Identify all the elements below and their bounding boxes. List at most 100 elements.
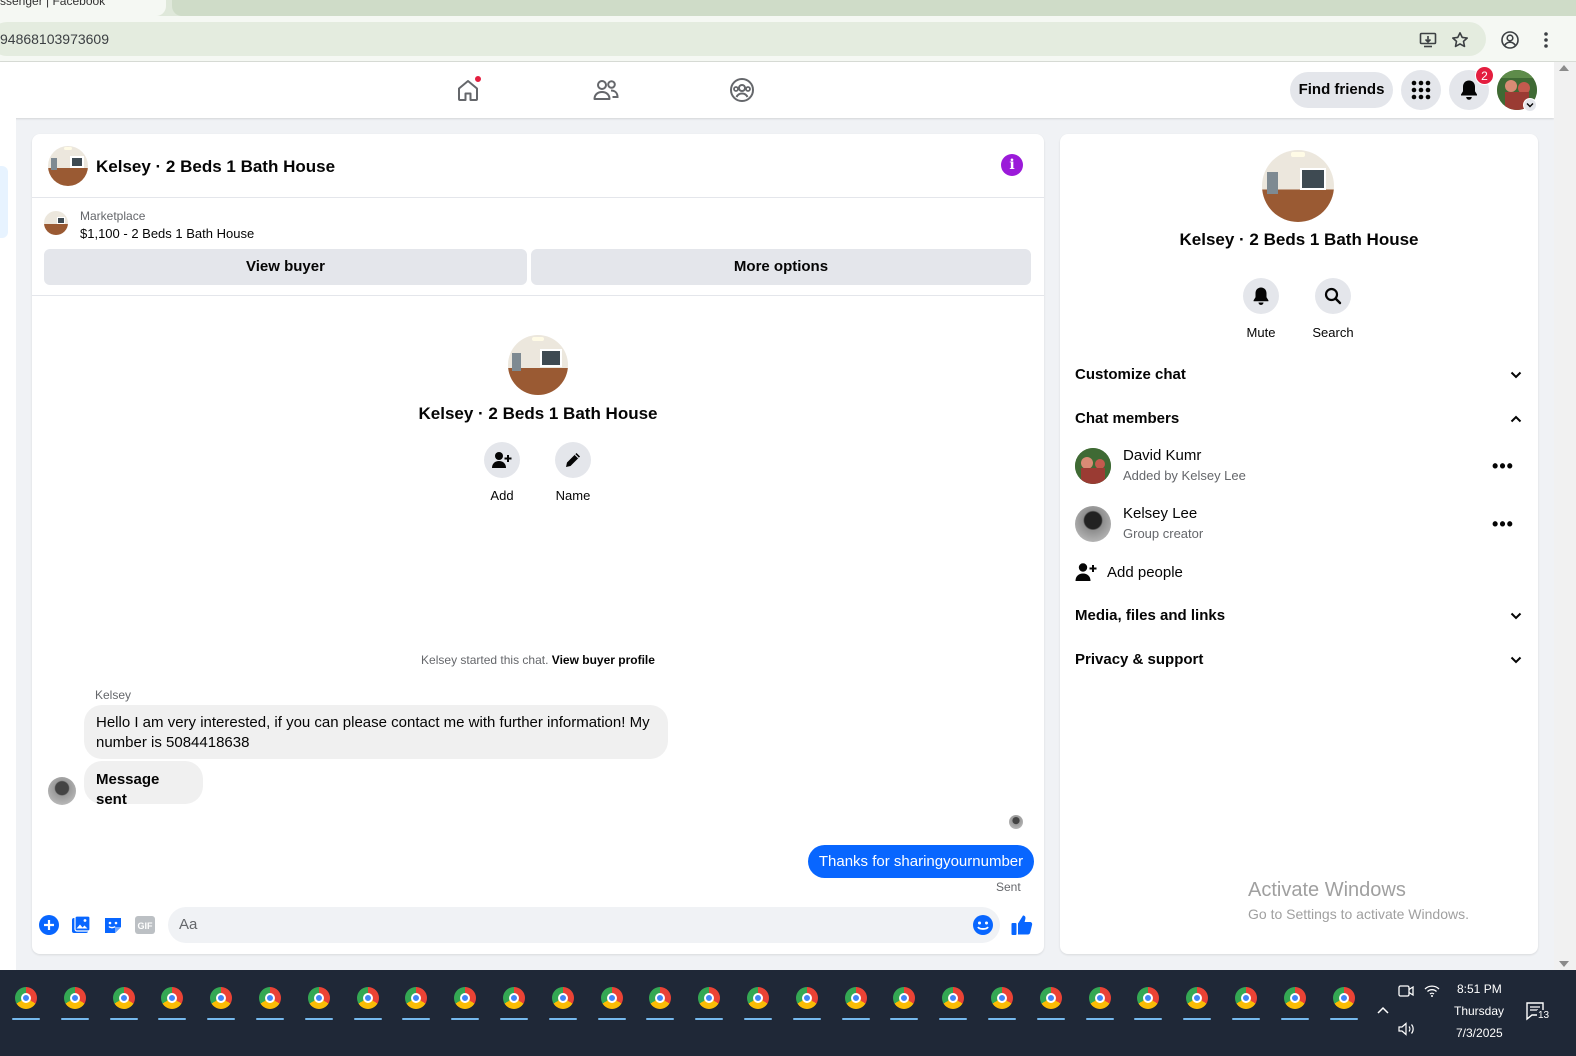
- taskbar-chrome-icon[interactable]: [838, 980, 874, 1020]
- add-person-icon[interactable]: [484, 442, 520, 478]
- account-chevron-down-icon[interactable]: [1523, 98, 1537, 112]
- info-avatar[interactable]: [1262, 150, 1334, 222]
- browser-tabstrip: ssenger | Facebook: [0, 0, 1576, 16]
- menu-grid-icon[interactable]: [1401, 70, 1441, 110]
- taskbar-chrome-icon[interactable]: [545, 980, 581, 1020]
- taskbar-chrome-icon[interactable]: [594, 980, 630, 1020]
- plus-circle-icon[interactable]: [38, 914, 60, 936]
- chrome-logo-icon: [844, 987, 867, 1009]
- listing-title[interactable]: $1,100 - 2 Beds 1 Bath House: [80, 226, 254, 241]
- conversation-avatar[interactable]: [508, 335, 568, 395]
- mute-action[interactable]: Mute: [1231, 278, 1291, 340]
- listing-thumbnail[interactable]: [44, 211, 68, 235]
- message-input[interactable]: Aa: [168, 907, 1000, 943]
- incoming-message[interactable]: Hello I am very interested, if you can p…: [84, 705, 668, 759]
- browser-tab-active[interactable]: ssenger | Facebook: [0, 0, 166, 16]
- notification-center-icon[interactable]: 13: [1524, 1000, 1551, 1022]
- taskbar-chrome-icon[interactable]: [496, 980, 532, 1020]
- customize-chat-section[interactable]: Customize chat: [1075, 363, 1523, 387]
- clock-day[interactable]: Thursday: [1454, 1004, 1504, 1018]
- taskbar-chrome-icon[interactable]: [447, 980, 483, 1020]
- taskbar-chrome-icon[interactable]: [691, 980, 727, 1020]
- taskbar-chrome-icon[interactable]: [1228, 980, 1264, 1020]
- privacy-support-section[interactable]: Privacy & support: [1075, 648, 1523, 672]
- groups-icon[interactable]: [726, 74, 758, 106]
- running-indicator: [353, 1018, 382, 1020]
- taskbar-chrome-icon[interactable]: [642, 980, 678, 1020]
- sender-avatar[interactable]: [48, 777, 76, 805]
- rename-action[interactable]: Name: [538, 442, 608, 503]
- taskbar-chrome-icon[interactable]: [984, 980, 1020, 1020]
- like-thumb-icon[interactable]: [1010, 913, 1034, 937]
- more-options-button[interactable]: More options: [531, 249, 1031, 285]
- search-icon[interactable]: [1315, 278, 1351, 314]
- running-indicator: [402, 1018, 431, 1020]
- taskbar-chrome-icon[interactable]: [1326, 980, 1362, 1020]
- chat-title[interactable]: Kelsey · 2 Beds 1 Bath House: [96, 157, 335, 177]
- show-hidden-icons-chevron-up-icon[interactable]: [1376, 1002, 1390, 1020]
- member-row[interactable]: Kelsey Lee Group creator •••: [1075, 504, 1523, 548]
- browser-menu-icon[interactable]: [1536, 30, 1556, 50]
- profile-icon[interactable]: [1500, 30, 1520, 50]
- member-avatar[interactable]: [1075, 448, 1111, 484]
- taskbar-chrome-icon[interactable]: [1033, 980, 1069, 1020]
- gif-icon[interactable]: GIF: [134, 914, 156, 936]
- running-indicator: [1183, 1018, 1212, 1020]
- taskbar-chrome-icon[interactable]: [301, 980, 337, 1020]
- outgoing-message[interactable]: Thanks for sharingyournumber: [808, 845, 1034, 878]
- taskbar-chrome-icon[interactable]: [740, 980, 776, 1020]
- more-options-icon[interactable]: •••: [1492, 514, 1513, 534]
- taskbar-chrome-icon[interactable]: [1082, 980, 1118, 1020]
- scroll-up-arrow-icon[interactable]: [1559, 65, 1569, 71]
- add-people-label: Add people: [1107, 564, 1183, 581]
- view-buyer-button[interactable]: View buyer: [44, 249, 527, 285]
- taskbar-chrome-icon[interactable]: [1179, 980, 1215, 1020]
- emoji-icon[interactable]: [972, 914, 994, 936]
- meet-now-icon[interactable]: [1398, 984, 1414, 1003]
- bell-icon[interactable]: [1243, 278, 1279, 314]
- search-action[interactable]: Search: [1303, 278, 1363, 340]
- pencil-icon[interactable]: [555, 442, 591, 478]
- more-options-icon[interactable]: •••: [1492, 456, 1513, 476]
- view-buyer-profile-link[interactable]: View buyer profile: [552, 653, 655, 667]
- bookmark-star-icon[interactable]: [1450, 30, 1470, 50]
- message-sent-bubble[interactable]: Message sent: [84, 761, 203, 808]
- taskbar-chrome-icon[interactable]: [154, 980, 190, 1020]
- install-app-icon[interactable]: [1418, 30, 1438, 50]
- notification-center-count: 13: [1537, 1010, 1551, 1021]
- chat-avatar[interactable]: [48, 146, 88, 186]
- media-files-links-section[interactable]: Media, files and links: [1075, 604, 1523, 628]
- taskbar-chrome-icon[interactable]: [398, 980, 434, 1020]
- volume-icon[interactable]: [1398, 1022, 1416, 1041]
- taskbar-chrome-icon[interactable]: [1277, 980, 1313, 1020]
- sticker-icon[interactable]: [102, 914, 124, 936]
- selected-chat-highlight: [0, 166, 8, 238]
- photo-icon[interactable]: [70, 914, 92, 936]
- taskbar-chrome-icon[interactable]: [1130, 980, 1166, 1020]
- member-row[interactable]: David Kumr Added by Kelsey Lee •••: [1075, 446, 1523, 490]
- friends-icon[interactable]: [590, 74, 622, 106]
- chrome-logo-icon: [405, 987, 428, 1009]
- taskbar-chrome-icon[interactable]: [252, 980, 288, 1020]
- clock-time[interactable]: 8:51 PM: [1457, 982, 1502, 996]
- member-avatar[interactable]: [1075, 506, 1111, 542]
- taskbar-chrome-icon[interactable]: [106, 980, 142, 1020]
- page-scrollbar[interactable]: [1554, 62, 1576, 970]
- taskbar-chrome-icon[interactable]: [789, 980, 825, 1020]
- taskbar-chrome-icon[interactable]: [203, 980, 239, 1020]
- address-bar[interactable]: 94868103973609: [0, 22, 1486, 56]
- clock-date[interactable]: 7/3/2025: [1456, 1026, 1503, 1040]
- home-icon[interactable]: [452, 74, 484, 106]
- chat-members-section[interactable]: Chat members: [1075, 407, 1523, 431]
- chat-started-text: Kelsey started this chat.: [421, 653, 549, 667]
- add-member-action[interactable]: Add: [467, 442, 537, 503]
- find-friends-button[interactable]: Find friends: [1290, 72, 1393, 108]
- taskbar-chrome-icon[interactable]: [886, 980, 922, 1020]
- taskbar-chrome-icon[interactable]: [57, 980, 93, 1020]
- info-icon[interactable]: i: [1001, 154, 1023, 176]
- scroll-down-arrow-icon[interactable]: [1559, 961, 1569, 967]
- taskbar-chrome-icon[interactable]: [935, 980, 971, 1020]
- taskbar-chrome-icon[interactable]: [8, 980, 44, 1020]
- network-icon[interactable]: [1424, 984, 1440, 1003]
- taskbar-chrome-icon[interactable]: [350, 980, 386, 1020]
